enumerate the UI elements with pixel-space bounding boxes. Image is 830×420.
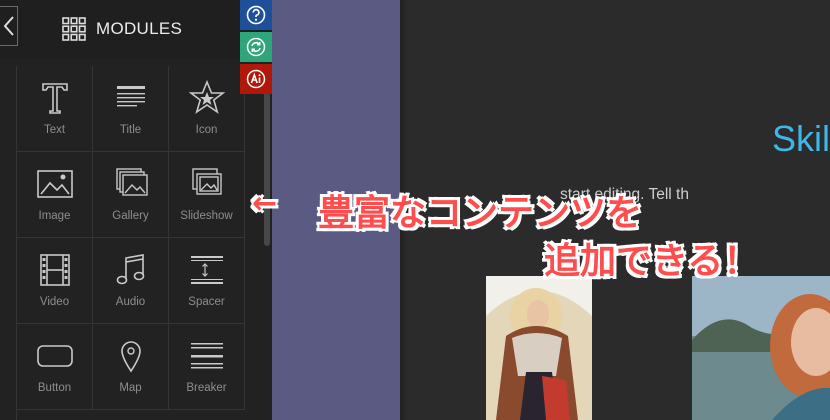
slideshow-icon — [191, 168, 222, 195]
module-map[interactable]: Map — [93, 324, 169, 410]
module-title[interactable]: Title — [93, 66, 169, 152]
module-label: Title — [119, 124, 142, 136]
text-icon — [41, 83, 68, 114]
module-image[interactable]: Image — [17, 152, 93, 238]
fashion-photo[interactable] — [486, 276, 592, 420]
canvas-heading[interactable]: Skil — [772, 118, 830, 160]
spacer-icon — [190, 256, 223, 284]
module-label: Image — [38, 210, 71, 222]
help-button[interactable] — [240, 0, 272, 30]
module-label: Gallery — [112, 210, 149, 222]
modules-panel: MODULES Text Title Icon Image Gallery Sl… — [0, 0, 272, 420]
module-text[interactable]: Text — [17, 66, 93, 152]
film-icon — [39, 254, 70, 286]
module-gallery[interactable]: Gallery — [93, 152, 169, 238]
module-spacer[interactable]: Spacer — [169, 238, 245, 324]
annotation-line-2: 追加できる！ — [544, 241, 760, 282]
module-label: Button — [37, 382, 72, 394]
panel-header: MODULES — [0, 0, 272, 58]
ai-icon — [246, 69, 266, 89]
title-icon — [116, 86, 145, 107]
refresh-icon — [246, 37, 266, 57]
image-icon — [36, 170, 73, 198]
back-button[interactable] — [0, 6, 18, 46]
module-audio[interactable]: Audio — [93, 238, 169, 324]
module-label: Spacer — [188, 296, 225, 308]
module-slideshow[interactable]: Slideshow — [169, 152, 245, 238]
module-label: Breaker — [186, 382, 227, 394]
gallery-icon — [115, 168, 148, 196]
module-icon[interactable]: Icon — [169, 66, 245, 152]
star-icon — [188, 80, 225, 114]
panel-title: MODULES — [62, 17, 182, 41]
annotation-arrow: ← — [252, 186, 278, 221]
module-label: Text — [43, 124, 66, 136]
module-label: Icon — [195, 124, 218, 136]
grid-icon — [62, 17, 86, 41]
annotation-line-1: 豊富なコンテンツを — [318, 193, 643, 234]
help-icon — [246, 5, 266, 25]
breaker-icon — [190, 343, 223, 369]
module-button[interactable]: Button — [17, 324, 93, 410]
ai-button[interactable] — [240, 64, 272, 94]
module-label: Audio — [115, 296, 146, 308]
portrait-photo[interactable] — [692, 276, 830, 420]
module-breaker[interactable]: Breaker — [169, 324, 245, 410]
module-grid: Text Title Icon Image Gallery Slideshow … — [16, 66, 246, 420]
map-pin-icon — [120, 341, 141, 373]
refresh-button[interactable] — [240, 32, 272, 62]
module-video[interactable]: Video — [17, 238, 93, 324]
module-label: Map — [119, 382, 142, 394]
music-note-icon — [116, 254, 144, 285]
panel-title-text: MODULES — [96, 19, 183, 38]
button-icon — [36, 345, 73, 367]
module-label: Video — [39, 296, 70, 308]
module-label: Slideshow — [180, 210, 233, 222]
chevron-left-icon — [3, 16, 14, 36]
